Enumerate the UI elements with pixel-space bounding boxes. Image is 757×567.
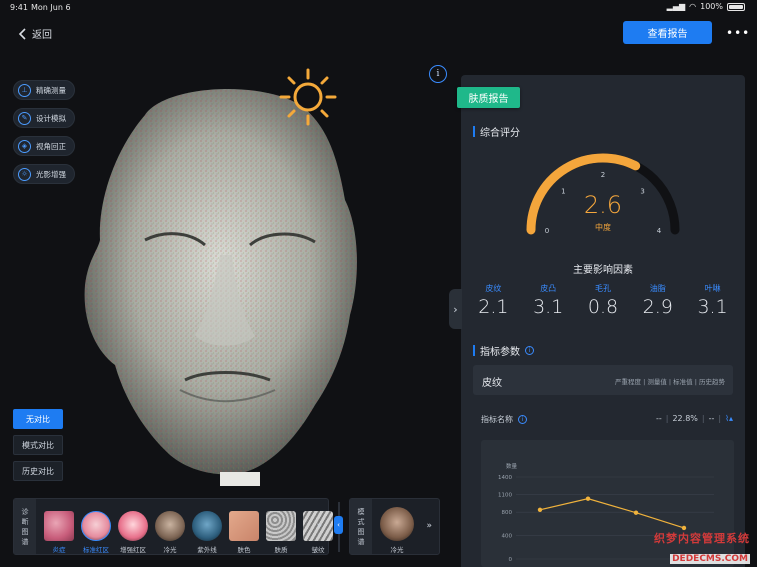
tool-label: 精确测量: [36, 85, 66, 95]
signal-icon: ▂▄▆: [666, 2, 686, 11]
indicator-params-title: 指标参数 i: [473, 343, 534, 358]
y-tick-label: 0: [509, 557, 513, 563]
battery-percent: 100%: [700, 2, 723, 11]
y-tick-label: 800: [502, 510, 513, 516]
row-options[interactable]: 严重程度 | 测量值 | 标准值 | 历史趋势: [615, 376, 725, 386]
thumb-uv[interactable]: 紫外线: [192, 511, 222, 554]
indicator-v1: --: [655, 414, 662, 423]
main-factors-title: 主要影响因素: [573, 265, 633, 276]
trend-chart-icon[interactable]: ⌇▴: [725, 414, 733, 423]
factor-item: 皮纹 2.1: [478, 284, 509, 318]
thumb-model-cold-light[interactable]: 冷光: [380, 507, 414, 554]
y-axis-label: 数量: [506, 462, 518, 470]
indicator-row: 指标名称 i -- | 22.8% | -- | ⌇▴: [481, 414, 733, 424]
watermark: 织梦内容管理系统 DEDECMS.COM: [654, 532, 750, 564]
tool-measure[interactable]: ⊥ 精确测量: [13, 80, 75, 100]
indicator-v3: --: [708, 414, 715, 423]
thumb-wrinkles[interactable]: 皱纹: [303, 511, 333, 554]
y-tick-label: 1400: [498, 475, 512, 481]
sun-icon: ☼: [18, 167, 31, 181]
tool-light-enhance[interactable]: ☼ 光影增强: [13, 164, 75, 184]
wifi-icon: ◠: [689, 2, 697, 11]
help-icon[interactable]: i: [525, 346, 534, 355]
view-report-button[interactable]: 查看报告: [623, 21, 712, 44]
tool-reset-view[interactable]: ◈ 视角回正: [13, 136, 75, 156]
tool-label: 光影增强: [36, 169, 66, 179]
mode-compare-button[interactable]: 模式对比: [13, 435, 63, 455]
tool-design[interactable]: ✎ 设计模拟: [13, 108, 75, 128]
data-point: [585, 496, 591, 501]
tool-label: 设计模拟: [36, 113, 66, 123]
status-right: ▂▄▆ ◠ 100%: [667, 2, 745, 11]
status-bar: 9:41 Mon Jun 6 ▂▄▆ ◠ 100%: [0, 0, 757, 14]
diagnosis-strip-label: 诊 断 图 谱: [14, 499, 36, 554]
gauge-tick-label: 0: [545, 227, 549, 235]
y-tick-label: 1100: [498, 493, 512, 499]
cube-icon: ◈: [18, 139, 31, 153]
double-chevron-right-icon[interactable]: »: [316, 521, 322, 531]
thumb-inflammation[interactable]: 炎症: [44, 511, 74, 554]
panel-toggle-handle[interactable]: ›: [449, 289, 462, 329]
data-point: [537, 507, 543, 512]
diagnosis-image-strip: 诊 断 图 谱 炎症 标准红区 增强红区 冷光 紫外线 肤色 肤质 皱纹 »: [13, 498, 333, 555]
overall-score-title: 综合评分: [473, 124, 520, 139]
light-source-icon[interactable]: [279, 68, 337, 126]
gauge-tick-label: 4: [657, 227, 662, 235]
factor-item: 皮凸 3.1: [533, 284, 564, 318]
gauge-tick-label: 2: [601, 171, 605, 179]
factor-item: 毛孔 0.8: [587, 284, 619, 318]
thumb-enhanced-red[interactable]: 增强红区: [118, 511, 148, 554]
tool-label: 视角回正: [36, 141, 66, 151]
row-name: 皮纹: [482, 378, 502, 389]
thumb-texture[interactable]: 肤质: [266, 511, 296, 554]
chevron-left-icon: [18, 27, 26, 40]
ruler-icon: ⊥: [18, 83, 31, 97]
face-3d-model[interactable]: [70, 80, 380, 490]
model-strip-label: 模 式 图 谱: [350, 499, 372, 554]
back-label: 返回: [32, 30, 52, 41]
tool-list: ⊥ 精确测量 ✎ 设计模拟 ◈ 视角回正 ☼ 光影增强: [13, 80, 75, 184]
thumb-skin-tone[interactable]: 肤色: [229, 511, 259, 554]
info-icon[interactable]: i: [429, 65, 447, 83]
no-compare-button[interactable]: 无对比: [13, 409, 63, 429]
skin-report-tag: 肤质报告: [457, 87, 520, 108]
factor-list: 皮纹 2.1 皮凸 3.1 毛孔 0.8 油脂 2.9 叶啉 3.1: [466, 283, 740, 318]
more-menu-icon[interactable]: •••: [726, 26, 750, 40]
indicator-name: 指标名称: [481, 415, 513, 424]
factor-item: 叶啉 3.1: [697, 284, 728, 318]
compare-group: 无对比 模式对比 历史对比: [13, 409, 63, 481]
skin-texture-row[interactable]: 皮纹 严重程度 | 测量值 | 标准值 | 历史趋势: [473, 365, 733, 395]
back-button[interactable]: 返回: [18, 26, 52, 41]
model-image-strip: 模 式 图 谱 冷光 »: [349, 498, 440, 555]
gauge-level: 中度: [595, 223, 611, 232]
help-icon[interactable]: i: [518, 415, 527, 424]
thumb-cold-light[interactable]: 冷光: [155, 511, 185, 554]
y-tick-label: 400: [502, 534, 513, 540]
gauge-value: 2.6: [583, 191, 623, 219]
history-compare-button[interactable]: 历史对比: [13, 461, 63, 481]
double-chevron-right-icon[interactable]: »: [426, 521, 432, 531]
battery-icon: [727, 2, 745, 11]
thumb-standard-red[interactable]: 标准红区: [81, 511, 111, 554]
indicator-v2: 22.8%: [672, 414, 698, 423]
status-time: 9:41: [10, 3, 28, 12]
data-point: [633, 510, 639, 515]
series-line: [539, 498, 685, 529]
collapse-strip-button[interactable]: ‹: [334, 516, 343, 534]
status-date: Mon Jun 6: [31, 3, 71, 12]
pen-icon: ✎: [18, 111, 31, 125]
factor-item: 油脂 2.9: [642, 284, 673, 318]
